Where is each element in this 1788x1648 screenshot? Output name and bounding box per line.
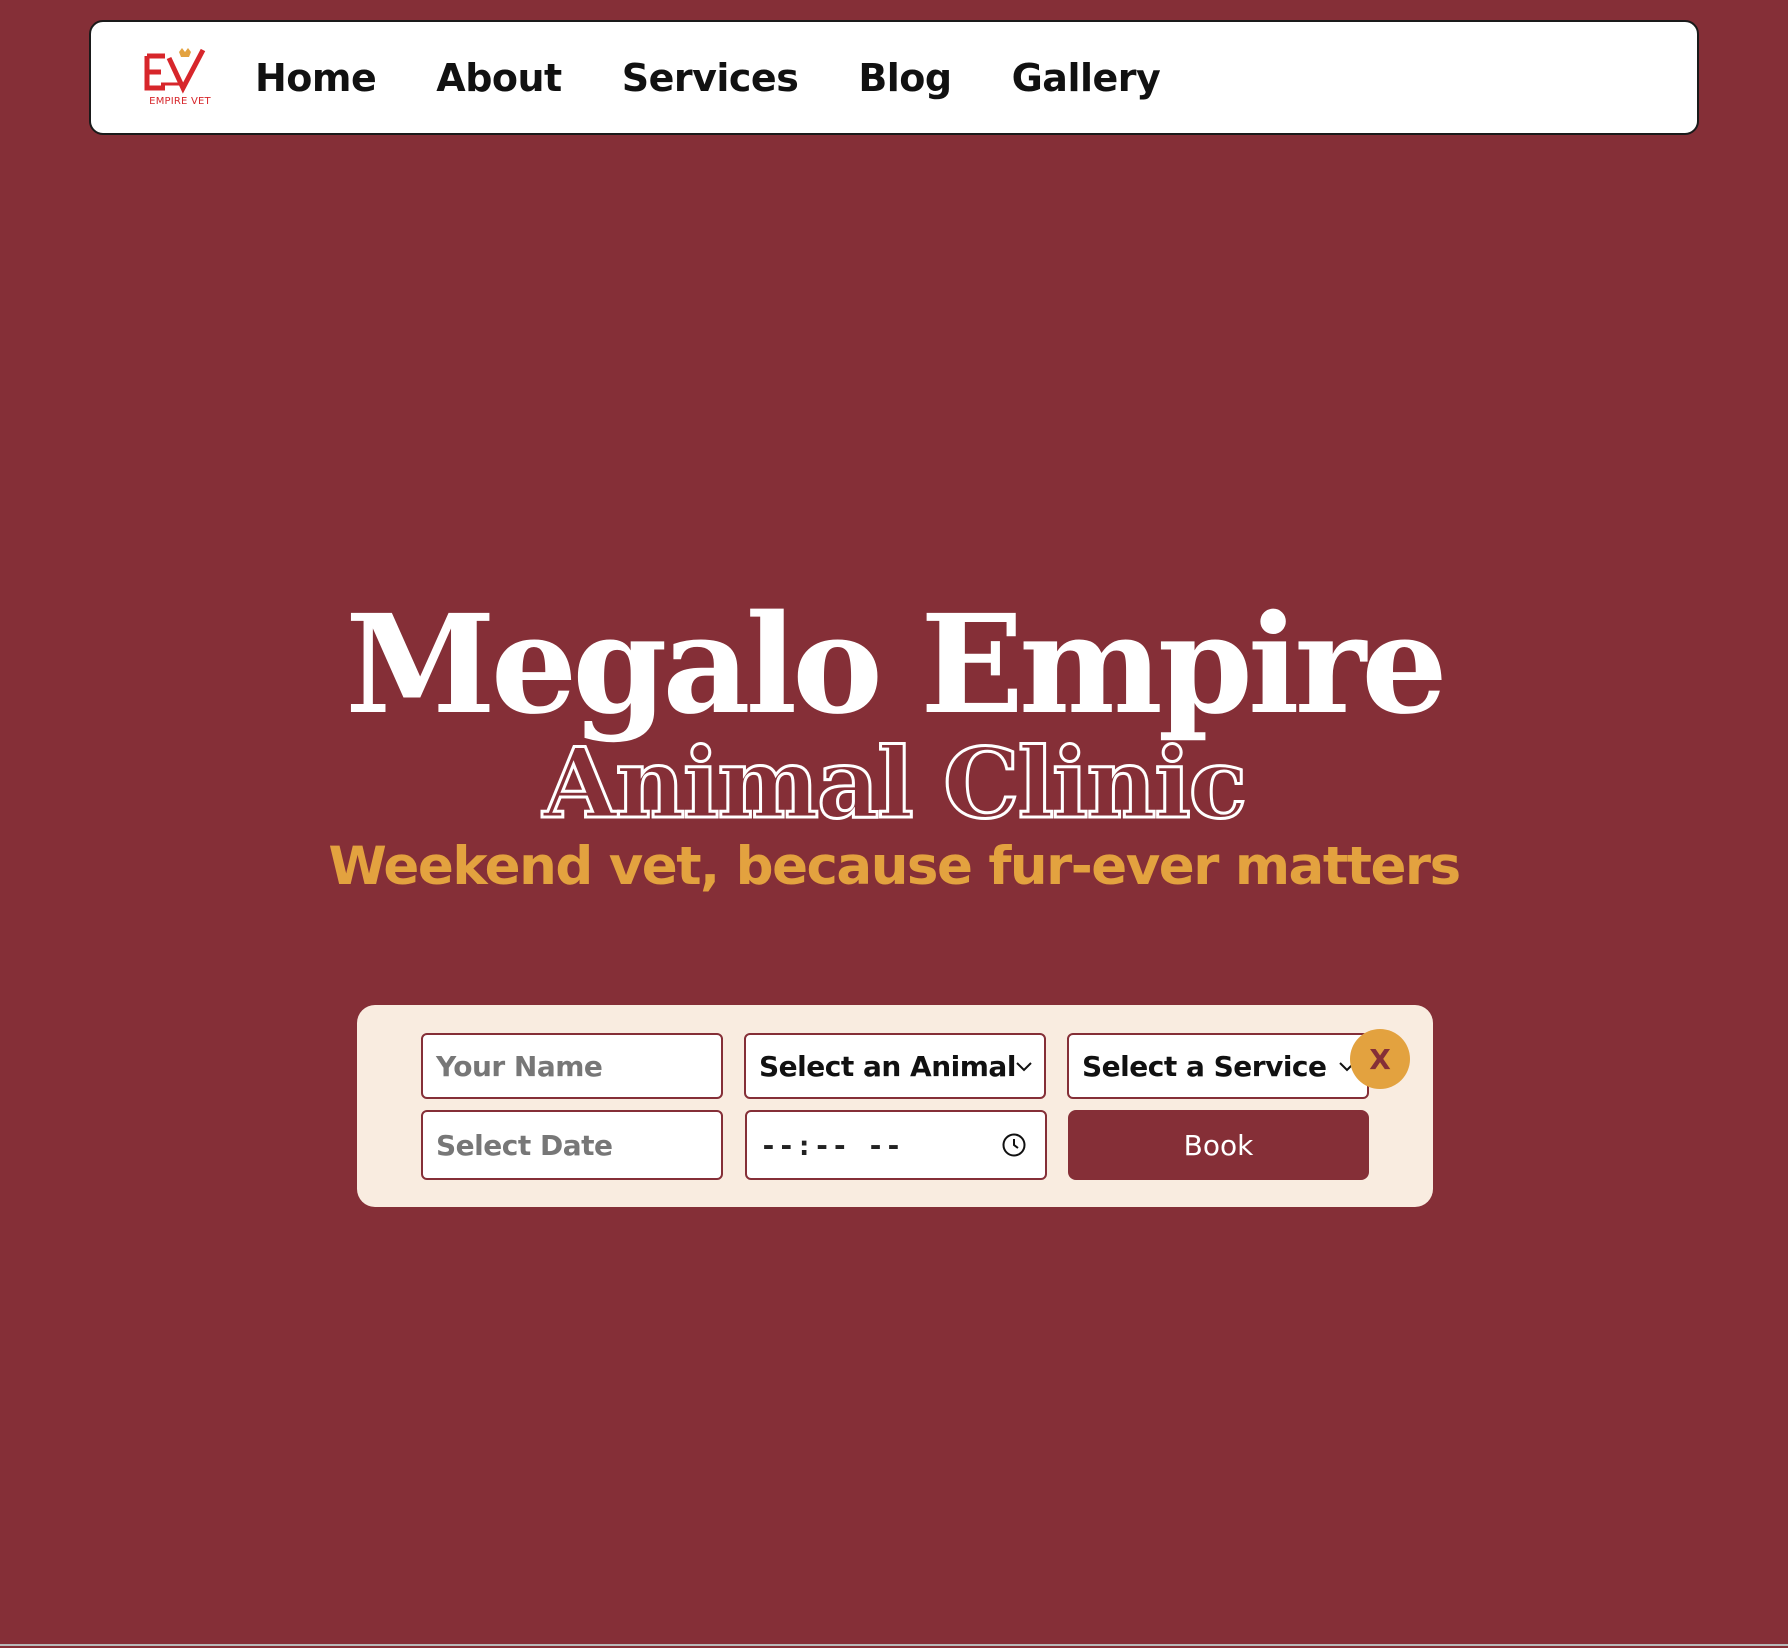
top-navbar: EMPIRE VET Home About Services Blog Gall… — [89, 20, 1699, 135]
nav-services[interactable]: Services — [622, 56, 799, 100]
time-input[interactable]: --:-- -- — [745, 1110, 1047, 1180]
animal-select-value: Select an Animal — [759, 1049, 1016, 1083]
logo-text: EMPIRE VET — [149, 96, 211, 107]
clock-icon[interactable] — [1001, 1132, 1027, 1158]
chevron-down-icon — [1016, 1062, 1032, 1072]
nav-menu: Home About Services Blog Gallery — [255, 22, 1220, 133]
time-input-value: --:-- -- — [760, 1128, 903, 1162]
animal-select[interactable]: Select an Animal — [744, 1033, 1046, 1099]
hero-title: Megalo Empire — [345, 585, 1448, 745]
nav-gallery[interactable]: Gallery — [1012, 56, 1161, 100]
nav-home[interactable]: Home — [255, 56, 377, 100]
nav-about[interactable]: About — [436, 56, 562, 100]
booking-form: Your Name Select an Animal Select a Serv… — [357, 1005, 1433, 1207]
date-input[interactable]: Select Date — [421, 1110, 723, 1180]
page-divider — [0, 1644, 1788, 1646]
hero-subtitle: Animal Clinic — [541, 727, 1248, 840]
hero-tagline: Weekend vet, because fur-ever matters — [328, 836, 1461, 897]
nav-blog[interactable]: Blog — [858, 56, 952, 100]
name-input[interactable]: Your Name — [421, 1033, 723, 1099]
empire-vet-logo[interactable]: EMPIRE VET — [143, 46, 217, 108]
name-input-placeholder: Your Name — [436, 1049, 603, 1083]
date-input-placeholder: Select Date — [436, 1128, 613, 1162]
close-button[interactable]: X — [1350, 1029, 1410, 1089]
logo-mark-icon — [144, 48, 206, 94]
book-button[interactable]: Book — [1068, 1110, 1369, 1180]
service-select[interactable]: Select a Service — [1067, 1033, 1369, 1099]
service-select-value: Select a Service — [1082, 1049, 1327, 1083]
hero-section: Megalo Empire Animal Clinic Weekend vet,… — [0, 590, 1788, 898]
